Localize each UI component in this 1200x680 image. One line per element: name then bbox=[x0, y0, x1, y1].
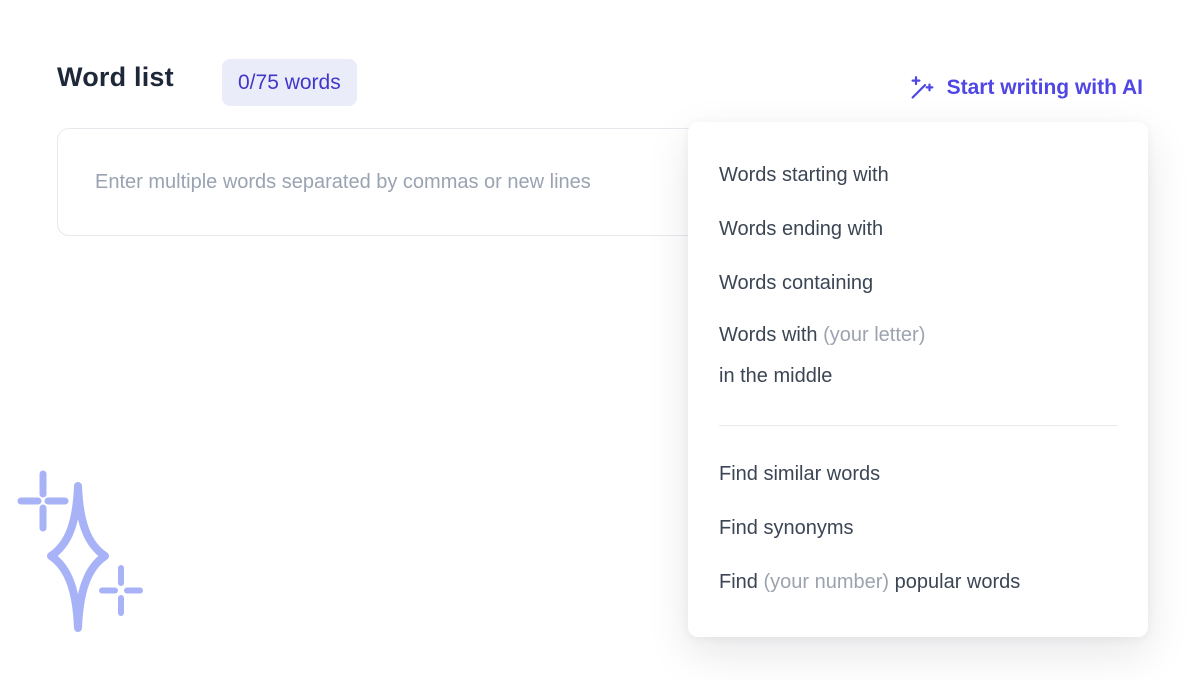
menu-divider bbox=[719, 425, 1118, 426]
menu-item-find-popular-words[interactable]: Find (your number) popular words bbox=[719, 555, 1118, 609]
menu-item-text: Find bbox=[719, 571, 758, 594]
menu-item-text: in the middle bbox=[719, 365, 832, 387]
ai-options-menu: Words starting with Words ending with Wo… bbox=[688, 122, 1148, 637]
menu-item-words-starting-with[interactable]: Words starting with bbox=[719, 148, 1118, 202]
word-count-badge: 0/75 words bbox=[222, 59, 357, 106]
menu-item-find-similar-words[interactable]: Find similar words bbox=[719, 447, 1118, 501]
ai-button-label: Start writing with AI bbox=[947, 76, 1143, 100]
menu-item-text: popular words bbox=[895, 571, 1021, 594]
page-title: Word list bbox=[57, 62, 174, 93]
menu-item-words-with-letter-in-middle[interactable]: Words with (your letter) in the middle bbox=[719, 310, 1118, 402]
start-writing-with-ai-button[interactable]: Start writing with AI bbox=[907, 70, 1143, 106]
wand-sparkles-icon bbox=[907, 75, 934, 102]
menu-item-words-containing[interactable]: Words containing bbox=[719, 256, 1118, 310]
menu-item-find-synonyms[interactable]: Find synonyms bbox=[719, 501, 1118, 555]
menu-item-words-ending-with[interactable]: Words ending with bbox=[719, 202, 1118, 256]
menu-item-text: Words with bbox=[719, 324, 818, 346]
menu-item-placeholder-text: (your number) bbox=[763, 571, 889, 594]
menu-item-placeholder-text: (your letter) bbox=[823, 324, 925, 346]
